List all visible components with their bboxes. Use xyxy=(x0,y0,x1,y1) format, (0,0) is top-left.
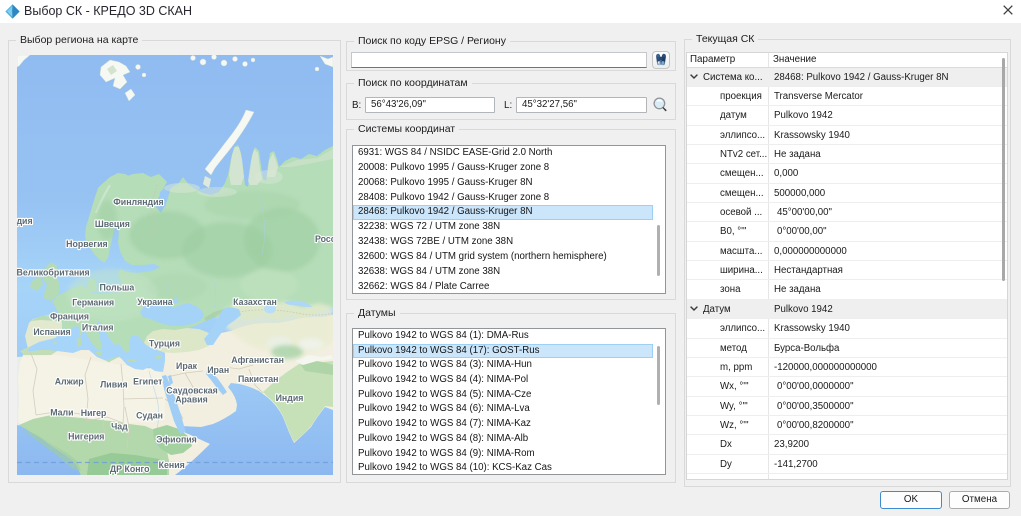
svg-text:Ливия: Ливия xyxy=(100,379,128,389)
svg-text:Пакистан: Пакистан xyxy=(238,374,278,384)
svg-text:Нигер: Нигер xyxy=(81,408,107,418)
svg-text:Египет: Египет xyxy=(133,377,163,387)
svg-text:Ирак: Ирак xyxy=(176,361,198,371)
svg-text:Великобритания: Великобритания xyxy=(17,268,90,278)
svg-text:Германия: Германия xyxy=(72,297,114,307)
svg-text:Чад: Чад xyxy=(111,421,128,431)
svg-text:Судан: Судан xyxy=(136,411,163,421)
svg-text:Исландия: Исландия xyxy=(17,216,33,226)
svg-text:Кения: Кения xyxy=(159,460,185,470)
svg-text:Испания: Испания xyxy=(33,327,70,337)
svg-text:Россия: Россия xyxy=(315,234,333,244)
svg-text:Италия: Италия xyxy=(82,323,114,333)
svg-text:Казахстан: Казахстан xyxy=(233,297,277,307)
svg-text:Эфиопия: Эфиопия xyxy=(156,435,197,445)
svg-text:Украина: Украина xyxy=(137,297,173,307)
svg-text:Франция: Франция xyxy=(50,312,89,322)
svg-text:Иран: Иран xyxy=(207,365,229,375)
svg-text:Индия: Индия xyxy=(276,393,304,403)
svg-text:Нигерия: Нигерия xyxy=(68,431,104,441)
svg-text:Алжир: Алжир xyxy=(55,377,85,387)
svg-text:Аравия: Аравия xyxy=(175,394,208,404)
svg-text:Польша: Польша xyxy=(100,283,135,293)
svg-text:Швеция: Швеция xyxy=(95,219,130,229)
svg-text:Турция: Турция xyxy=(149,339,180,349)
svg-text:Афганистан: Афганистан xyxy=(231,355,284,365)
svg-text:ДР Конго: ДР Конго xyxy=(110,464,150,474)
svg-text:Норвегия: Норвегия xyxy=(66,239,108,249)
svg-text:Финляндия: Финляндия xyxy=(113,197,163,207)
svg-text:Мали: Мали xyxy=(50,408,73,418)
